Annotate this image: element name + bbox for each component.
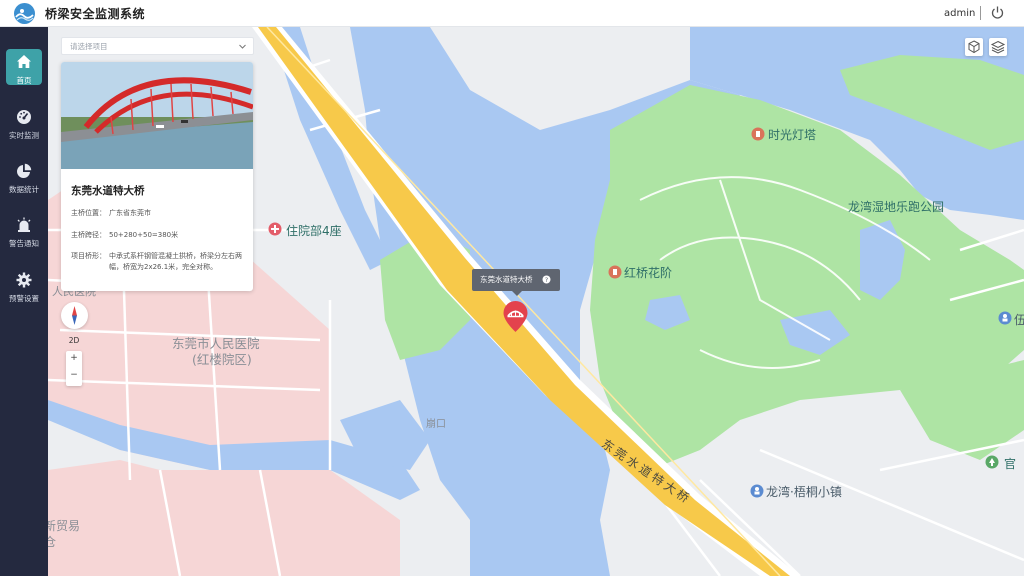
poi-wu-icon[interactable] [998, 311, 1012, 325]
bridge-info-card: 东莞水道特大桥 主桥位置： 广东省东莞市 主桥跨径： 50+280+50=380… [61, 62, 253, 291]
map-label-guan: 官 [1004, 457, 1017, 471]
app-title: 桥梁安全监测系统 [45, 7, 146, 21]
zoom-out-button[interactable]: − [66, 370, 82, 380]
bridge-span-label: 主桥跨径： [71, 231, 106, 239]
project-select-placeholder: 请选择项目 [70, 42, 108, 51]
sidebar-item-alerts[interactable]: 警告通知 [0, 211, 48, 259]
chevron-down-icon [239, 44, 246, 49]
map-label-park: 龙湾湿地乐跑公园 [848, 200, 945, 214]
poi-lighthouse-icon[interactable] [751, 127, 765, 141]
compass-button[interactable] [61, 302, 88, 329]
info-icon[interactable]: ? [542, 275, 551, 284]
poi-town-icon[interactable] [750, 484, 764, 498]
compass-icon [72, 306, 77, 325]
pie-chart-icon [16, 163, 32, 179]
poi-guan-icon[interactable] [985, 455, 999, 469]
map-label-cang: 仓 [48, 535, 57, 549]
sidebar-item-label: 实时监测 [9, 131, 39, 140]
layers-icon [990, 40, 1006, 54]
bridge-type-value: 中承式系杆钢管混凝土拱桥，桥梁分左右两幅，桥宽为2x26.1米，完全对称。 [109, 252, 242, 271]
tooltip-arrow [512, 291, 522, 296]
bridge-tooltip[interactable]: 东莞水道特大桥 ? [472, 269, 560, 296]
project-select[interactable]: 请选择项目 [61, 37, 254, 55]
view-mode-toggle[interactable]: 2D [66, 334, 82, 348]
sidebar-item-home[interactable]: 首页 [0, 48, 48, 96]
zoom-in-button[interactable]: + [66, 353, 82, 363]
bridge-marker-icon[interactable] [502, 300, 529, 333]
bridge-name: 东莞水道特大桥 [71, 185, 145, 197]
sidebar-item-realtime[interactable]: 实时监测 [0, 103, 48, 151]
app-header: 桥梁安全监测系统 admin [0, 0, 1024, 27]
map-label-lighthouse: 时光灯塔 [768, 128, 817, 142]
3d-view-button[interactable] [965, 38, 983, 56]
layers-button[interactable] [989, 38, 1007, 56]
gear-icon [16, 272, 32, 288]
home-icon [16, 54, 32, 70]
alarm-icon [16, 217, 32, 233]
wave-logo-icon [14, 3, 35, 24]
zoom-control: + − [66, 351, 82, 386]
poi-hongqiao-icon[interactable] [608, 265, 622, 279]
map-label-town: 龙湾·梧桐小镇 [766, 485, 842, 499]
bridge-span-value: 50+280+50=380米 [109, 231, 179, 239]
sidebar-item-label: 数据统计 [9, 185, 39, 194]
map-label-xinmaoyi: 新贸易 [48, 519, 81, 533]
svg-text:?: ? [545, 276, 548, 284]
map-label-inpatient: 住院部4座 [286, 224, 342, 238]
tooltip-text: 东莞水道特大桥 [480, 275, 533, 284]
map-label-wu: 伍 [1014, 313, 1024, 327]
bridge-location-value: 广东省东莞市 [109, 209, 151, 217]
bridge-location-label: 主桥位置： [71, 209, 106, 217]
gauge-icon [16, 109, 32, 125]
header-divider [980, 6, 981, 20]
sidebar-item-label: 预警设置 [9, 294, 39, 303]
bridge-type-label: 项目桥形： [71, 252, 106, 260]
sidebar-item-label: 警告通知 [9, 239, 39, 248]
map-label-fengkou: 崩口 [426, 419, 446, 430]
sidebar-item-label: 首页 [16, 76, 32, 85]
sidebar: 首页 实时监测 数据统计 警告通知 预警设置 [0, 27, 48, 576]
map-label-hongqiao: 红桥花阶 [624, 266, 673, 280]
sidebar-item-warning-settings[interactable]: 预警设置 [0, 266, 48, 314]
map-label-hospital-sub: (红楼院区) [192, 352, 252, 367]
power-icon[interactable] [990, 5, 1005, 20]
sidebar-item-statistics[interactable]: 数据统计 [0, 157, 48, 205]
cube-icon [968, 40, 980, 54]
user-name[interactable]: admin [944, 8, 975, 19]
poi-hospital-icon[interactable] [268, 222, 282, 236]
bridge-photo [61, 62, 253, 169]
